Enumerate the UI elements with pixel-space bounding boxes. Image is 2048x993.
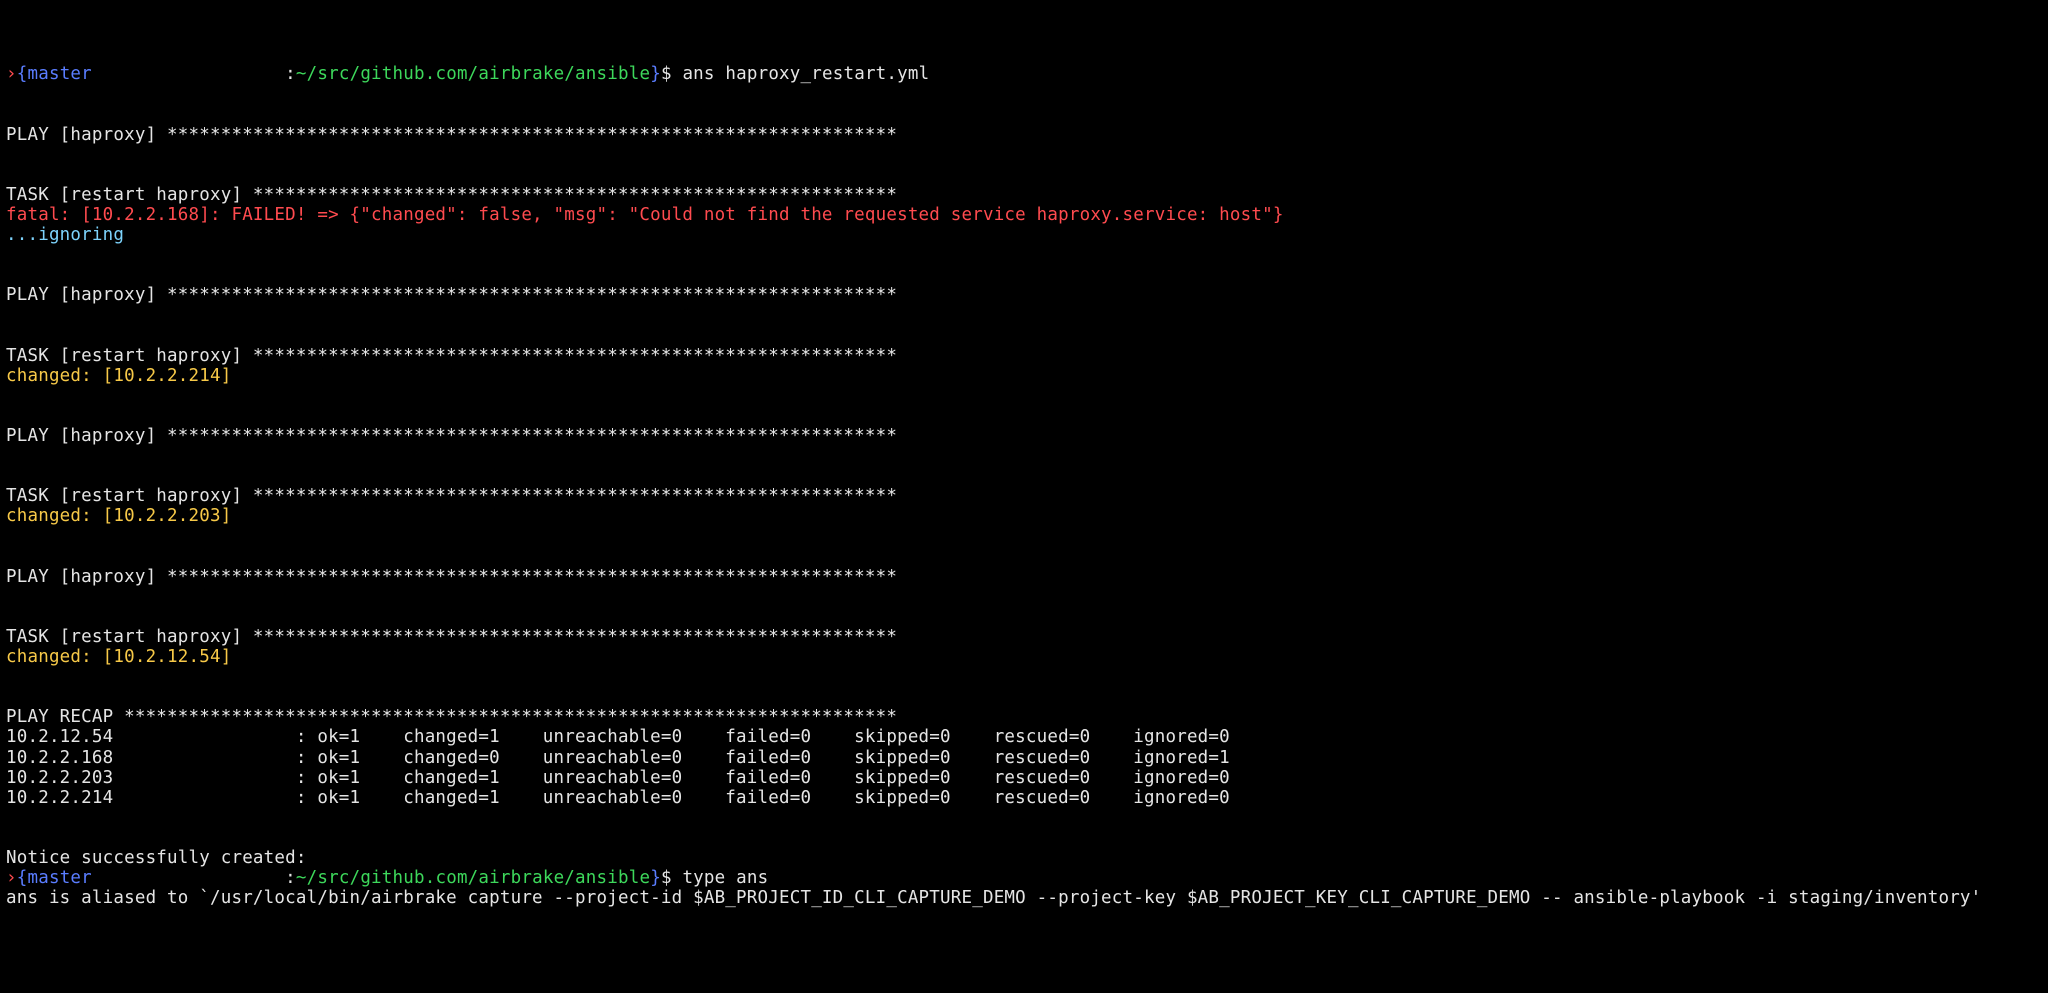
prompt-cwd: ~/src/github.com/airbrake/ansible: [296, 868, 650, 888]
terminal-output[interactable]: ›{master :~/src/github.com/airbrake/ansi…: [6, 64, 2042, 908]
changed-line: changed: [10.2.12.54]: [6, 647, 231, 667]
play-header: PLAY [haproxy] *************************…: [6, 426, 897, 446]
prompt-line-1: ›{master :~/src/github.com/airbrake/ansi…: [6, 64, 929, 84]
blank-line: [6, 245, 2042, 265]
changed-line: changed: [10.2.2.214]: [6, 366, 231, 386]
prompt-chevron: ›: [6, 868, 17, 888]
blank-line: [6, 446, 2042, 466]
blank-line: [6, 527, 2042, 547]
prompt-line-2: ›{master :~/src/github.com/airbrake/ansi…: [6, 868, 768, 888]
prompt-dollar: $: [661, 868, 672, 888]
command-text: type ans: [672, 868, 769, 888]
prompt-chevron: ›: [6, 64, 17, 84]
recap-row: 10.2.2.214 : ok=1 changed=1 unreachable=…: [6, 788, 1230, 808]
alias-output: ans is aliased to `/usr/local/bin/airbra…: [6, 888, 1981, 908]
blank-line: [6, 386, 2042, 406]
fatal-line: fatal: [10.2.2.168]: FAILED! => {"change…: [6, 205, 1284, 225]
prompt-spacer: [92, 868, 285, 888]
play-header: PLAY [haproxy] *************************…: [6, 125, 897, 145]
prompt-colon: :: [285, 64, 296, 84]
prompt-colon: :: [285, 868, 296, 888]
blank-line: [6, 85, 2042, 105]
recap-row: 10.2.2.168 : ok=1 changed=0 unreachable=…: [6, 748, 1230, 768]
task-header: TASK [restart haproxy] *****************…: [6, 627, 897, 647]
blank-line: [6, 667, 2042, 687]
play-header: PLAY [haproxy] *************************…: [6, 285, 897, 305]
blank-line: [6, 587, 2042, 607]
prompt-cwd: ~/src/github.com/airbrake/ansible: [296, 64, 650, 84]
task-header: TASK [restart haproxy] *****************…: [6, 346, 897, 366]
ignoring-line: ...ignoring: [6, 225, 124, 245]
play-header: PLAY [haproxy] *************************…: [6, 567, 897, 587]
blank-line: [6, 306, 2042, 326]
task-header: TASK [restart haproxy] *****************…: [6, 185, 897, 205]
recap-header: PLAY RECAP *****************************…: [6, 707, 897, 727]
prompt-dollar: $: [661, 64, 672, 84]
blank-line: [6, 145, 2042, 165]
git-branch: {master: [17, 868, 92, 888]
recap-row: 10.2.2.203 : ok=1 changed=1 unreachable=…: [6, 768, 1230, 788]
changed-line: changed: [10.2.2.203]: [6, 506, 231, 526]
prompt-close-brace: }: [650, 64, 661, 84]
prompt-close-brace: }: [650, 868, 661, 888]
task-header: TASK [restart haproxy] *****************…: [6, 486, 897, 506]
prompt-spacer: [92, 64, 285, 84]
command-text: ans haproxy_restart.yml: [672, 64, 930, 84]
git-branch: {master: [17, 64, 92, 84]
blank-line: [6, 808, 2042, 828]
recap-row: 10.2.12.54 : ok=1 changed=1 unreachable=…: [6, 727, 1230, 747]
notice-line: Notice successfully created:: [6, 848, 307, 868]
